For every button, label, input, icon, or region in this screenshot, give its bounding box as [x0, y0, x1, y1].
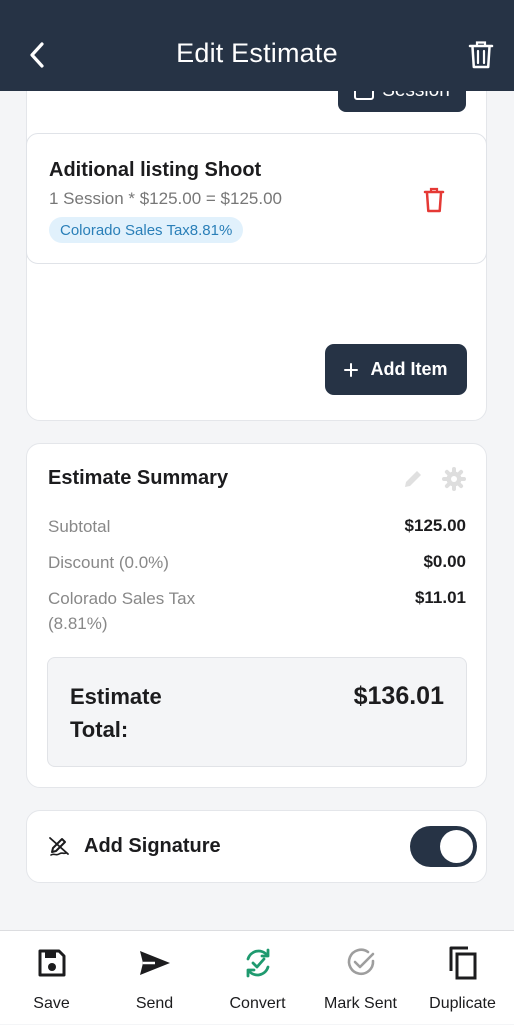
- gear-icon: [442, 467, 466, 491]
- estimate-total-value: $136.01: [353, 682, 444, 710]
- page-title: Edit Estimate: [176, 38, 338, 68]
- tax-label: Colorado Sales Tax (8.81%): [48, 589, 196, 633]
- line-item-card[interactable]: Aditional listing Shoot 1 Session * $125…: [26, 133, 487, 264]
- duplicate-button[interactable]: Duplicate: [411, 931, 514, 1025]
- trash-icon: [468, 41, 494, 69]
- delete-estimate-button[interactable]: [466, 38, 496, 72]
- estimate-total-label: Estimate Total:: [70, 684, 162, 742]
- toggle-knob: [440, 830, 473, 863]
- line-item-detail: 1 Session * $125.00 = $125.00: [49, 189, 282, 208]
- edit-summary-button[interactable]: [402, 468, 424, 495]
- discount-value: $0.00: [423, 552, 466, 571]
- send-button[interactable]: Send: [103, 931, 206, 1025]
- save-button[interactable]: Save: [0, 931, 103, 1025]
- tax-value: $11.01: [414, 588, 466, 607]
- trash-icon: [423, 187, 445, 213]
- estimate-total-box: Estimate Total: $136.01: [47, 657, 467, 767]
- check-circle-icon: [347, 948, 374, 976]
- add-item-button[interactable]: Add Item: [325, 344, 467, 395]
- line-item-title: Aditional listing Shoot: [49, 159, 262, 181]
- convert-button[interactable]: Convert: [206, 931, 309, 1025]
- copy-icon: [449, 946, 476, 980]
- app-header: Edit Estimate: [0, 0, 514, 91]
- content-scroll[interactable]: Session Aditional listing Shoot 1 Sessio…: [0, 0, 514, 930]
- send-icon: [139, 951, 170, 975]
- save-icon: [38, 949, 65, 977]
- signature-toggle[interactable]: [410, 826, 477, 867]
- add-item-label: Add Item: [370, 359, 448, 379]
- convert-icon: [246, 948, 269, 978]
- subtotal-value: $125.00: [404, 516, 466, 535]
- tax-badge: Colorado Sales Tax8.81%: [49, 217, 244, 243]
- plus-icon: [344, 362, 359, 377]
- subtotal-label: Subtotal: [48, 517, 111, 536]
- send-label: Send: [135, 995, 174, 1012]
- discount-label: Discount (0.0%): [48, 553, 169, 572]
- bottom-action-bar: Save Send Convert Mark Sent Duplicate: [0, 930, 514, 1024]
- signature-icon: [48, 835, 70, 862]
- delete-line-item-button[interactable]: [422, 186, 446, 214]
- summary-settings-button[interactable]: [442, 467, 466, 496]
- summary-title: Estimate Summary: [48, 467, 229, 489]
- mark-sent-label: Mark Sent: [324, 995, 397, 1012]
- convert-label: Convert: [229, 995, 286, 1012]
- mark-sent-button[interactable]: Mark Sent: [309, 931, 412, 1025]
- duplicate-label: Duplicate: [429, 995, 496, 1012]
- add-signature-label: Add Signature: [84, 835, 221, 857]
- save-label: Save: [33, 995, 70, 1012]
- pencil-icon: [405, 471, 421, 487]
